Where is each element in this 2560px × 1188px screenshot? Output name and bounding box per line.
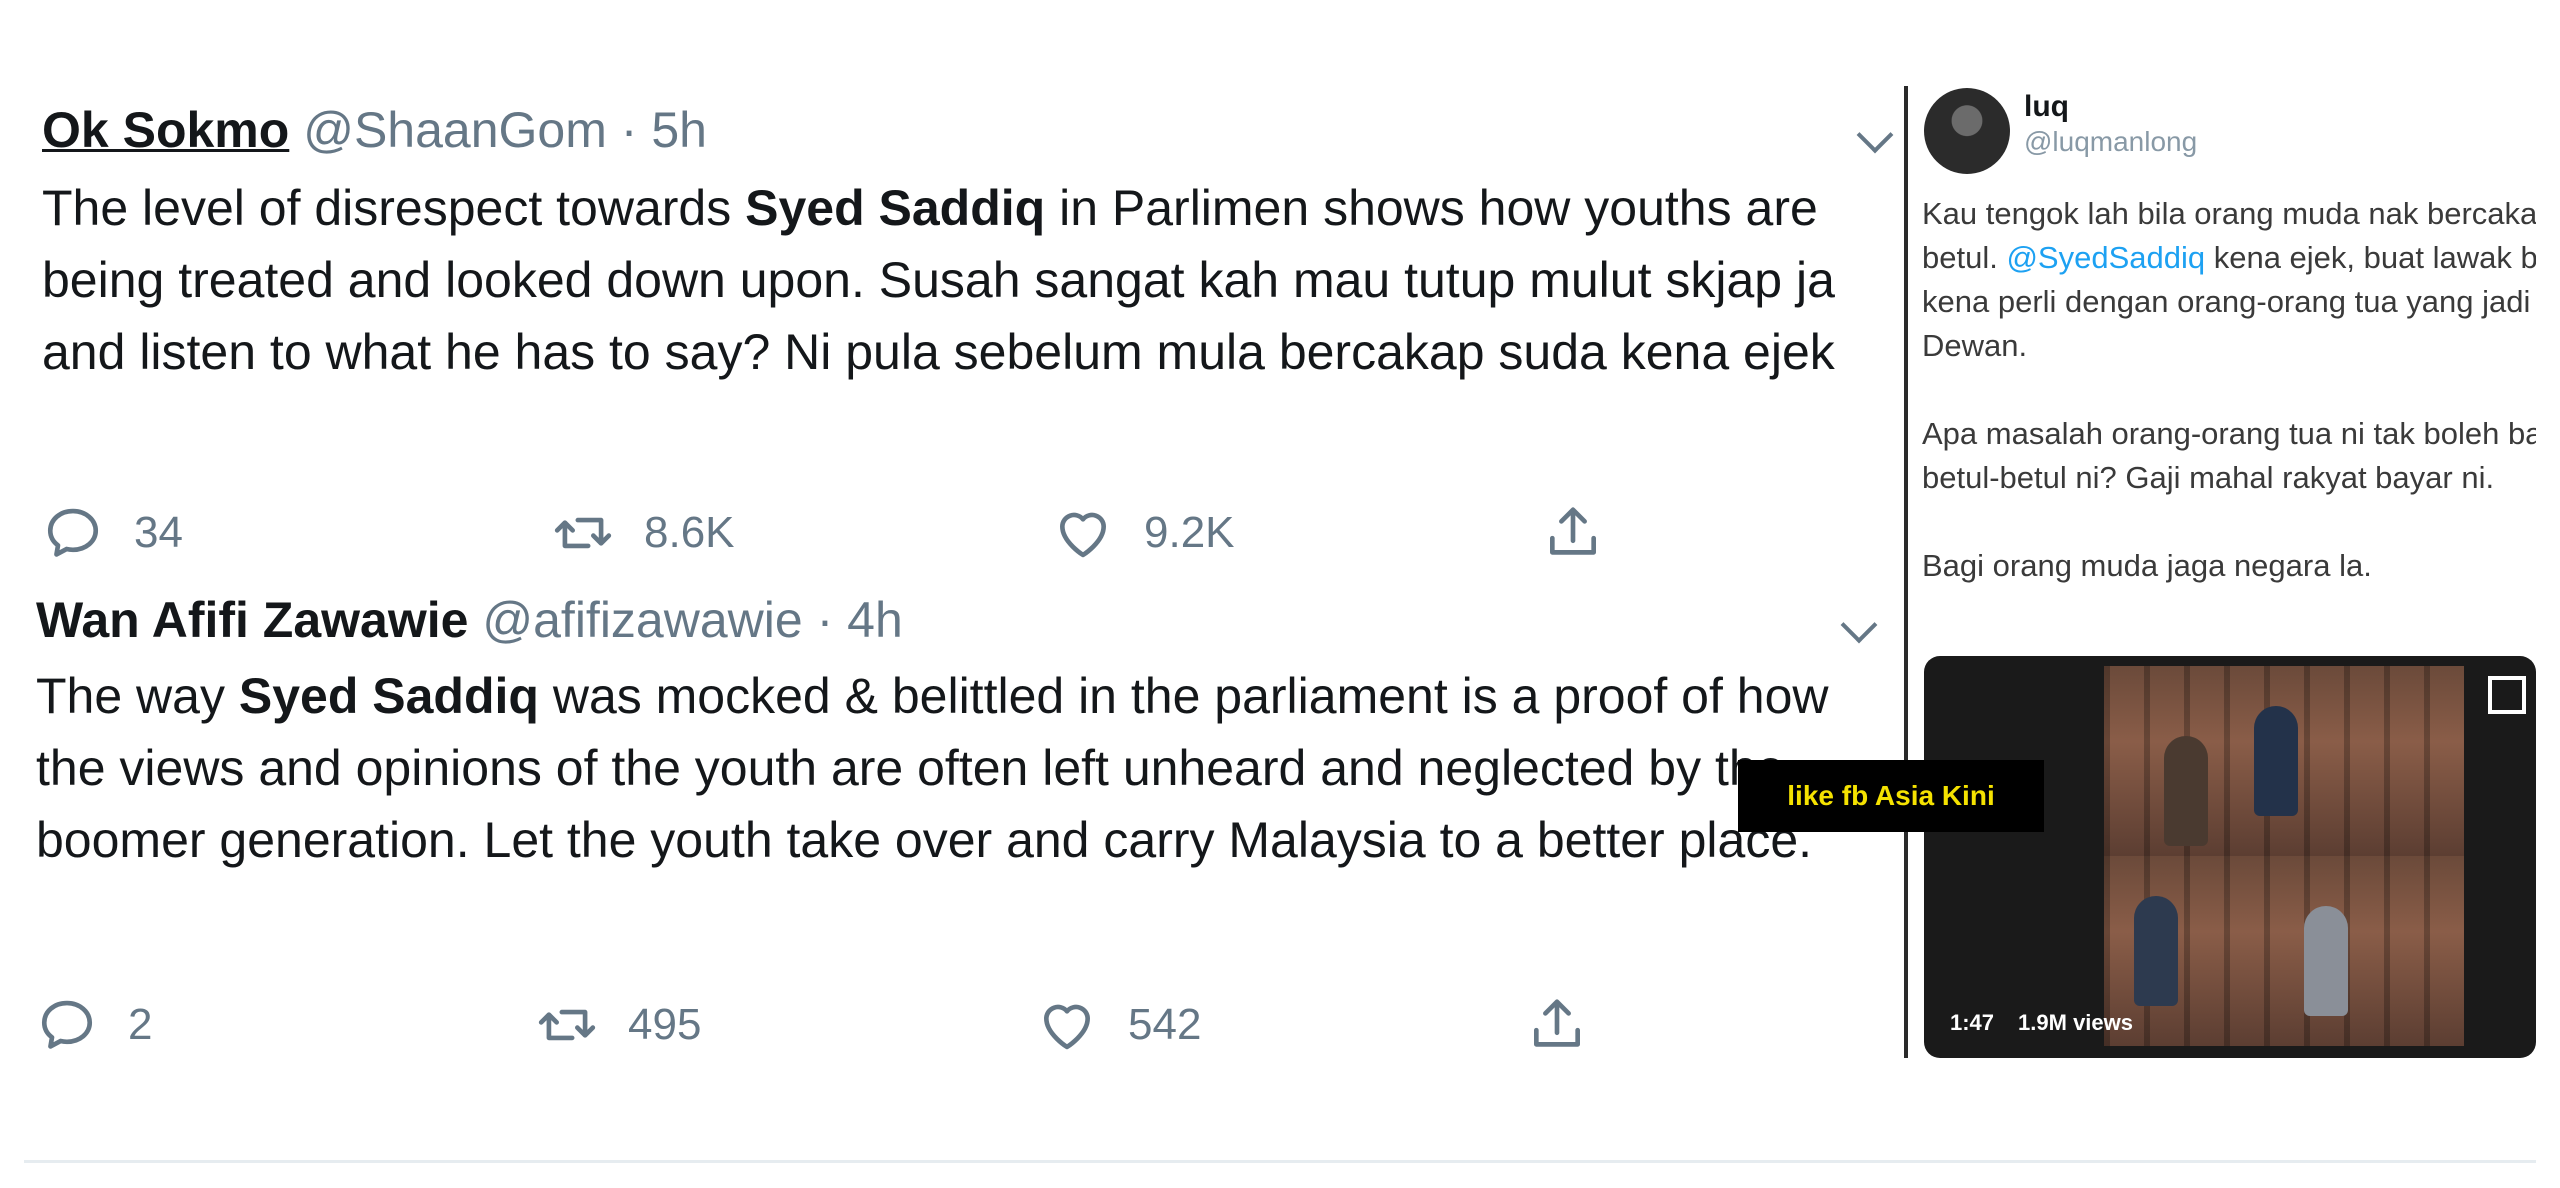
tweet-author-name[interactable]: Ok Sokmo: [42, 102, 289, 158]
reply-icon: [47, 508, 99, 557]
retweet-button[interactable]: 495: [536, 990, 701, 1060]
tweet-text-part: The way: [36, 668, 239, 724]
tweet-author-handle[interactable]: @luqmanlong: [2024, 126, 2197, 158]
tweet-header: Wan Afifi Zawawie @afifizawawie · 4h: [36, 590, 903, 650]
reply-count: 2: [128, 1000, 153, 1049]
avatar[interactable]: [1924, 88, 2010, 174]
video-frame: [2104, 856, 2464, 1046]
reply-icon: [41, 1000, 93, 1049]
screenshot-canvas: Ok Sokmo @ShaanGom · 5h The level of dis…: [0, 0, 2560, 1188]
chevron-down-icon[interactable]: [1840, 606, 1878, 644]
share-button[interactable]: [1526, 990, 1588, 1060]
tweet-card[interactable]: Wan Afifi Zawawie @afifizawawie · 4h The…: [24, 590, 1904, 1060]
retweet-icon: [554, 517, 612, 549]
watermark-text: like fb Asia Kini: [1787, 780, 1995, 811]
retweet-button[interactable]: 8.6K: [552, 498, 735, 568]
tweet-paragraph: Kau tengok lah bila orang muda nak berca…: [1922, 192, 2536, 368]
tweet-author-handle[interactable]: @afifizawawie: [482, 592, 802, 648]
reply-count: 34: [134, 508, 183, 557]
share-icon: [1534, 999, 1580, 1047]
tweet-author-name[interactable]: Wan Afifi Zawawie: [36, 592, 468, 648]
tweet-actions: 34 8.6K 9.2K: [42, 498, 1742, 568]
tweet-column: Ok Sokmo @ShaanGom · 5h The level of dis…: [24, 70, 1904, 1060]
like-count: 542: [1128, 1000, 1202, 1049]
like-icon: [1044, 1004, 1090, 1050]
video-stats: 1:47 1.9M views: [1950, 1010, 2157, 1036]
tweet-text: Kau tengok lah bila orang muda nak berca…: [1922, 192, 2536, 632]
video-frame: [2104, 666, 2464, 856]
video-figure: [2134, 896, 2178, 1006]
tweet-paragraph: Bagi orang muda jaga negara la.: [1922, 548, 2372, 583]
video-figure: [2304, 906, 2348, 1016]
tweet-card[interactable]: Ok Sokmo @ShaanGom · 5h The level of dis…: [24, 70, 1904, 590]
retweet-icon: [538, 1009, 596, 1041]
tweet-author-handle[interactable]: @ShaanGom: [303, 102, 607, 158]
video-duration: 1:47: [1950, 1010, 1995, 1035]
like-icon: [1060, 512, 1106, 558]
video-figure: [2164, 736, 2208, 846]
reply-button[interactable]: 34: [42, 498, 183, 568]
share-button[interactable]: [1542, 498, 1604, 568]
like-count: 9.2K: [1144, 508, 1235, 557]
tweet-paragraph: Apa masalah orang-orang tua ni tak boleh…: [1922, 416, 2536, 495]
tweet-separator: ·: [620, 102, 638, 158]
video-logo-icon: [2488, 676, 2526, 714]
video-figure: [2254, 706, 2298, 816]
tweet-text-bold: Syed Saddiq: [745, 180, 1046, 236]
retweet-count: 495: [628, 1000, 702, 1049]
like-button[interactable]: 9.2K: [1052, 498, 1235, 568]
video-player[interactable]: 1:47 1.9M views: [1924, 656, 2536, 1058]
tweet-timestamp[interactable]: 5h: [651, 102, 707, 158]
mention-link[interactable]: @SyedSaddiq: [2006, 240, 2205, 275]
tweet-text: The level of disrespect towards Syed Sad…: [42, 172, 1902, 388]
tweet-actions: 2 495 542: [36, 990, 1736, 1060]
watermark-badge: like fb Asia Kini: [1738, 760, 2044, 832]
share-icon: [1550, 507, 1596, 555]
tweet-author-name[interactable]: luq: [2024, 90, 2069, 124]
embedded-tweet[interactable]: luq @luqmanlong Kau tengok lah bila oran…: [1912, 80, 2536, 1070]
tweet-header: Ok Sokmo @ShaanGom · 5h: [42, 100, 707, 160]
tweet-text: The way Syed Saddiq was mocked & belittl…: [36, 660, 1896, 876]
bottom-divider: [24, 1160, 2536, 1163]
column-divider: [1904, 86, 1908, 1058]
tweet-text-part: The level of disrespect towards: [42, 180, 746, 236]
tweet-timestamp[interactable]: 4h: [847, 592, 903, 648]
video-views: 1.9M views: [2018, 1010, 2133, 1035]
chevron-down-icon[interactable]: [1856, 116, 1894, 154]
tweet-separator: ·: [816, 592, 834, 648]
reply-button[interactable]: 2: [36, 990, 152, 1060]
like-button[interactable]: 542: [1036, 990, 1201, 1060]
tweet-text-bold: Syed Saddiq: [238, 668, 539, 724]
retweet-count: 8.6K: [644, 508, 735, 557]
